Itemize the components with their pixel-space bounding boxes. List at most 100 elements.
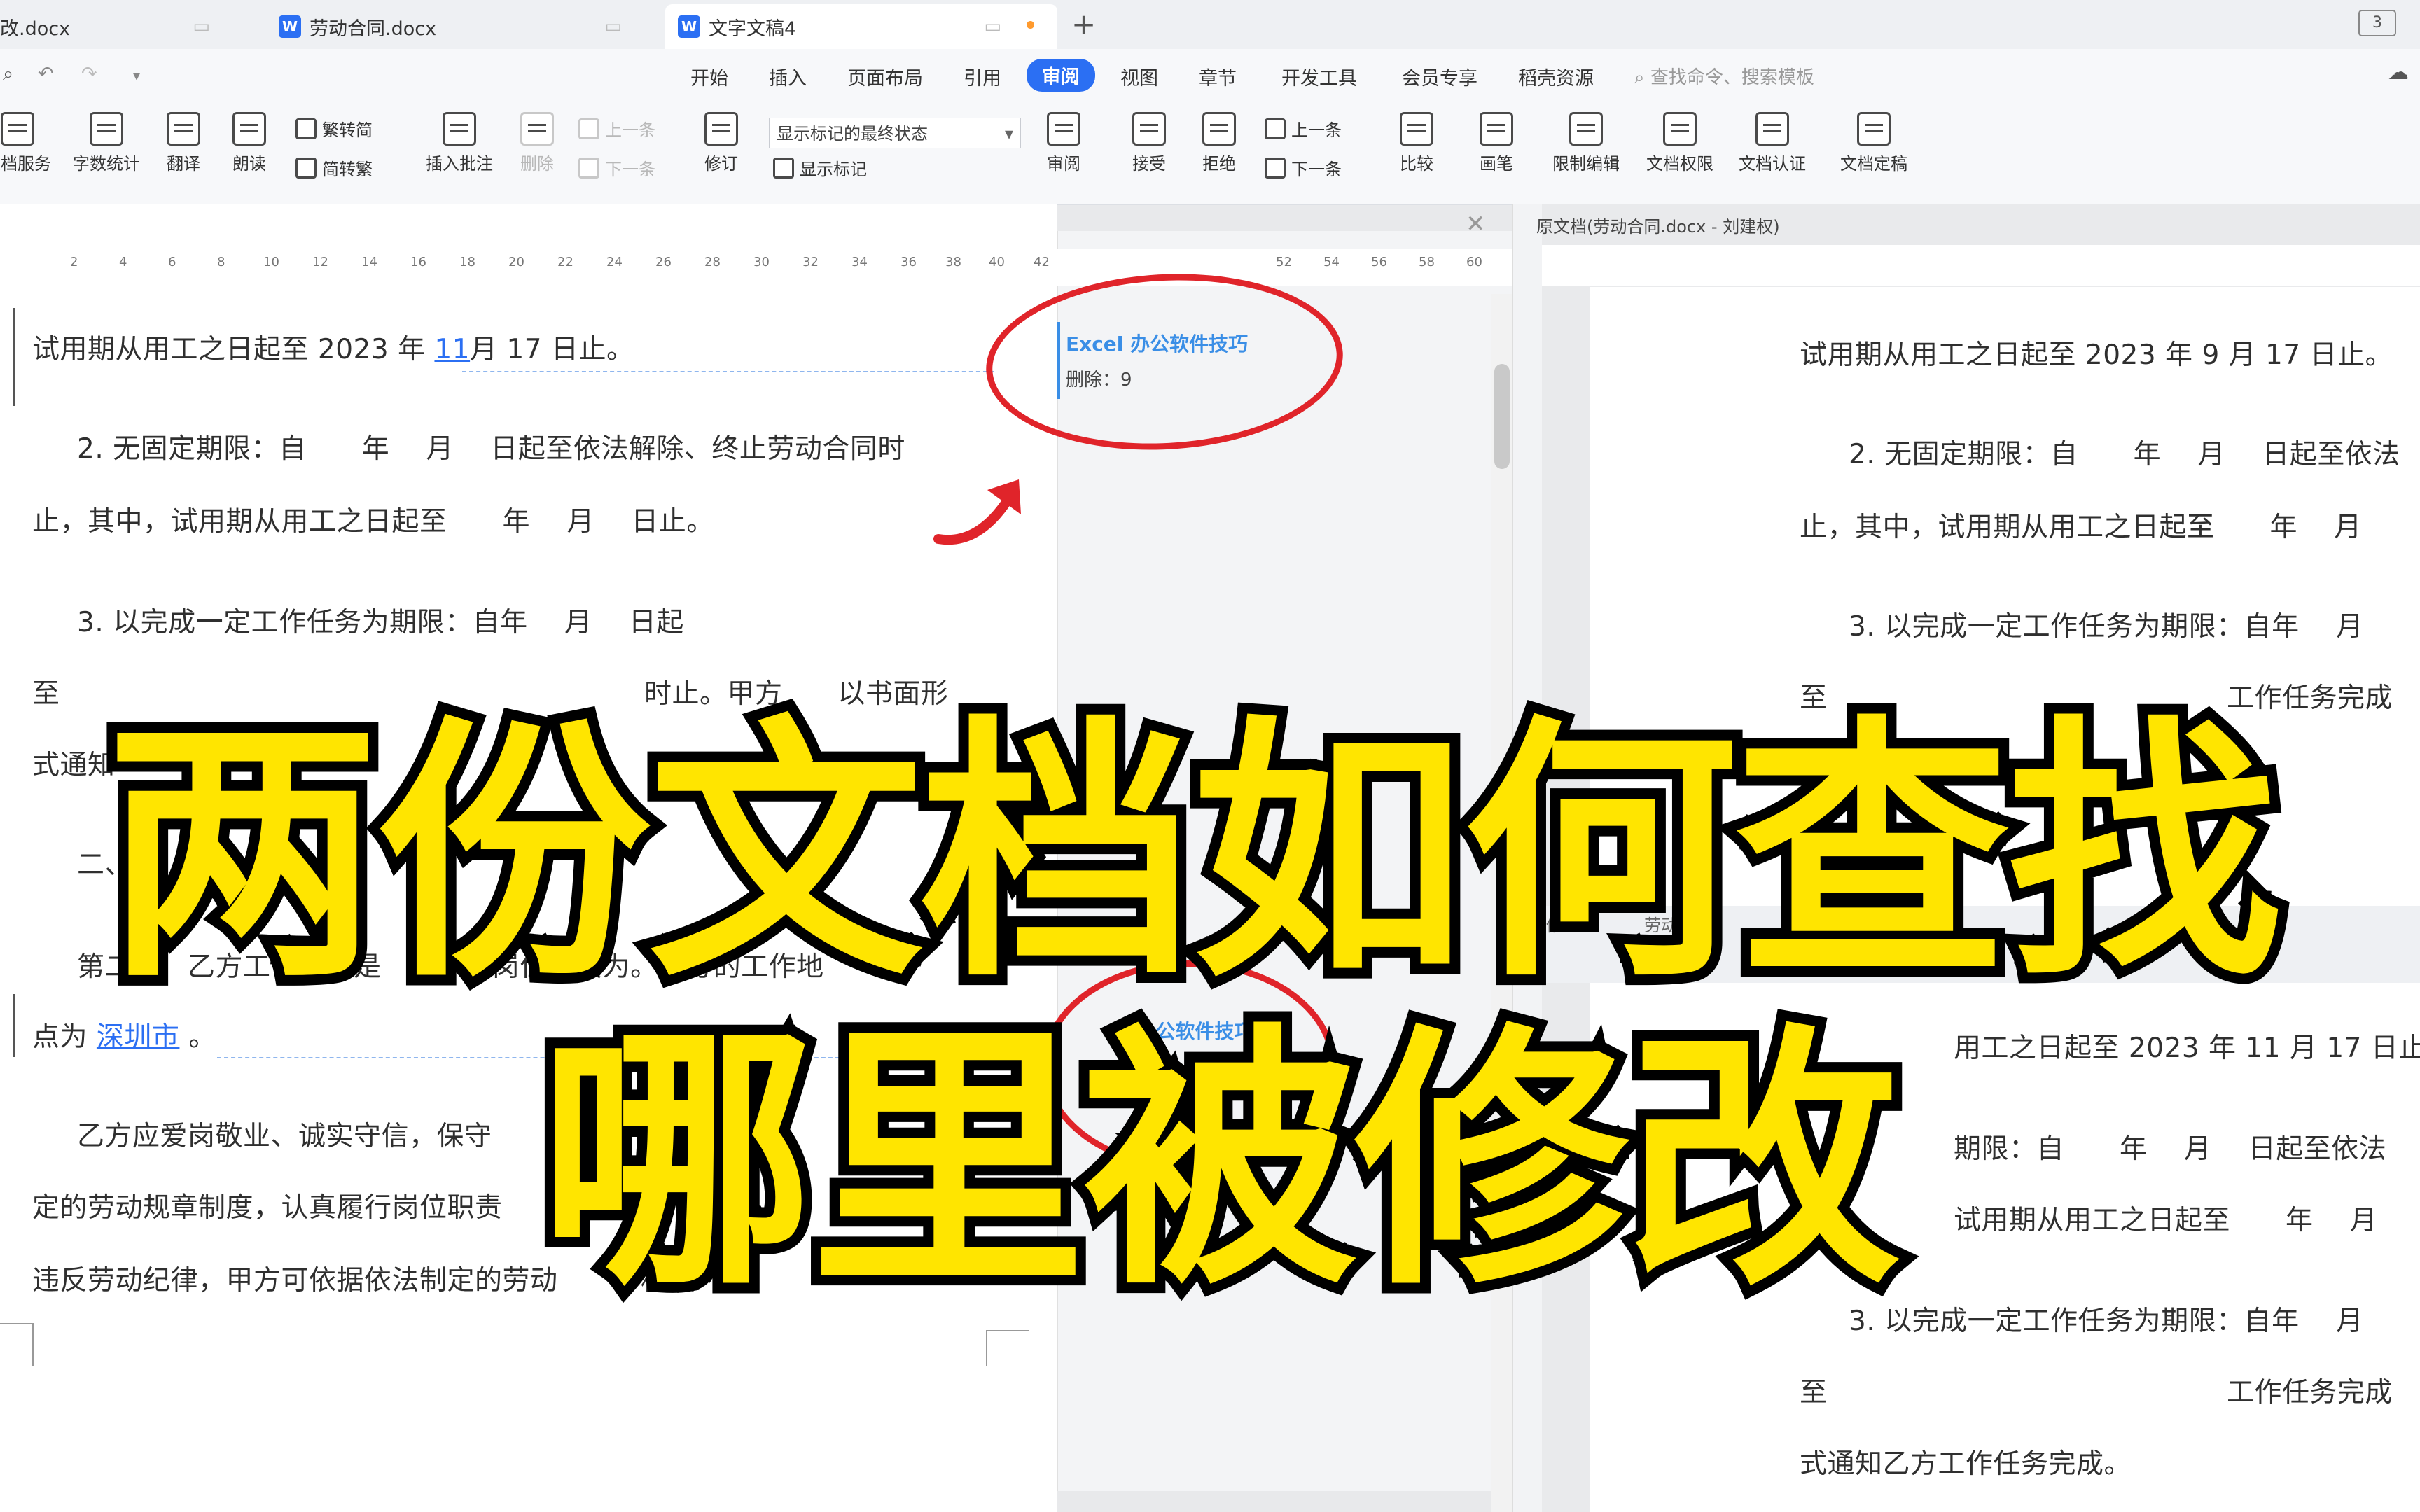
ruler-tick: 52: [1276, 255, 1292, 270]
reject-button[interactable]: 拒绝: [1188, 112, 1251, 174]
insert-comment-label: 插入批注: [426, 154, 493, 174]
doc-line: 定的劳动规章制度，认真履行岗位职责: [32, 1192, 503, 1224]
compare-label: 比较: [1400, 154, 1433, 174]
ruler-tick: 38: [945, 255, 961, 270]
prev-change-button[interactable]: 上一条: [1265, 116, 1342, 141]
prev-comment-button[interactable]: 上一条: [578, 116, 655, 141]
command-search[interactable]: ⌕ 查找命令、搜索模板: [1634, 63, 1814, 89]
doc-finalize-button[interactable]: 文档定稿: [1825, 112, 1923, 174]
scrollbar-thumb[interactable]: [1494, 364, 1510, 469]
accept-label: 接受: [1132, 154, 1166, 174]
menu-page-layout[interactable]: 页面布局: [847, 63, 923, 90]
doc-line: 试用期从用工之日起至 2023 年 11月 17 日止。: [32, 328, 634, 367]
read-aloud-button[interactable]: 朗读: [221, 112, 277, 174]
read-aloud-icon: [232, 112, 266, 146]
menu-chapter[interactable]: 章节: [1199, 63, 1237, 90]
accept-button[interactable]: 接受: [1118, 112, 1181, 174]
search-doc-icon[interactable]: ⌕: [3, 63, 13, 85]
tab-label: 改.docx: [0, 18, 71, 40]
show-markup-button[interactable]: 显示标记: [773, 155, 867, 180]
menu-insert[interactable]: 插入: [769, 63, 807, 90]
menu-review[interactable]: 审阅: [1027, 59, 1095, 92]
prev-change-label: 上一条: [1291, 120, 1342, 140]
quick-access-dropdown-icon[interactable]: ▾: [133, 67, 140, 84]
ribbon-toolbar: 文档服务 字数统计 翻译 朗读 繁转简 简转繁 插入批注 删除 上一条 下一条 …: [0, 104, 2420, 205]
lock-document-icon: [1569, 112, 1603, 146]
ruler-tick: 42: [1034, 255, 1050, 270]
doc-line: 期限：自 年 月 日起至依法: [1954, 1133, 2387, 1165]
doc-line: 式通知: [32, 750, 116, 781]
ruler-tick: 60: [1466, 255, 1482, 270]
cloud-sync-icon[interactable]: ☁: [2388, 60, 2409, 85]
tab-document-2[interactable]: W 劳动合同.docx ▭: [279, 4, 643, 49]
markup-state-select[interactable]: 显示标记的最终状态 ▾: [769, 118, 1021, 148]
comment-connector: [462, 371, 994, 372]
next-comment-button[interactable]: 下一条: [578, 155, 655, 180]
tab-document-1[interactable]: 改.docx ▭: [0, 4, 231, 49]
doc-certify-label: 文档认证: [1739, 154, 1806, 174]
pane-title: 原文档(劳动合同.docx - 刘建权): [1536, 217, 1780, 237]
insert-comment-button[interactable]: 插入批注: [417, 112, 501, 174]
reject-icon: [1202, 112, 1236, 146]
delete-comment-label: 删除: [520, 154, 554, 174]
restrict-edit-button[interactable]: 限制编辑: [1541, 112, 1632, 174]
simp-to-trad-button[interactable]: 简转繁: [295, 155, 373, 180]
tab-monitor-icon[interactable]: ▭: [984, 16, 1001, 37]
ruler-tick: 26: [655, 255, 672, 270]
close-icon[interactable]: ✕: [1466, 210, 1486, 238]
compare-icon: [1400, 112, 1433, 146]
menu-view[interactable]: 视图: [1120, 63, 1158, 90]
overlay-title-line-2: 哪里被修改: [529, 992, 1911, 1332]
new-tab-icon[interactable]: +: [1071, 7, 1096, 41]
ruler-tick: 58: [1419, 255, 1435, 270]
next-change-label: 下一条: [1291, 160, 1342, 179]
ruler-tick: 30: [753, 255, 770, 270]
review-pane-button[interactable]: 审阅: [1032, 112, 1095, 174]
tab-monitor-icon[interactable]: ▭: [604, 16, 622, 37]
undo-icon[interactable]: ↶: [38, 63, 54, 85]
menu-bar: ⌕ ↶ ↷ ▾ 开始 插入 页面布局 引用 审阅 视图 章节 开发工具 会员专享…: [0, 49, 2420, 104]
ruler-tick: 36: [900, 255, 917, 270]
menu-home[interactable]: 开始: [690, 63, 728, 90]
tab-monitor-icon[interactable]: ▭: [193, 16, 210, 37]
pen-button[interactable]: 画笔: [1465, 112, 1528, 174]
delete-comment-button[interactable]: 删除: [506, 112, 569, 174]
doc-line: 止，其中，试用期从用工之日起至 年 月: [1800, 512, 2362, 543]
comment-add-icon: [443, 112, 476, 146]
menu-references[interactable]: 引用: [964, 63, 1001, 90]
doc-permission-label: 文档权限: [1646, 154, 1713, 174]
wps-writer-icon: W: [678, 15, 700, 38]
trad-to-simp-button[interactable]: 繁转简: [295, 116, 373, 141]
chevron-down-icon: ▾: [1004, 124, 1013, 144]
read-aloud-label: 朗读: [232, 154, 266, 174]
menu-member[interactable]: 会员专享: [1402, 63, 1477, 90]
change-bar: [13, 994, 15, 1057]
next-comment-icon: [578, 157, 599, 178]
inserted-text[interactable]: 11: [434, 334, 470, 365]
redo-icon[interactable]: ↷: [81, 63, 97, 85]
doc-certify-button[interactable]: 文档认证: [1727, 112, 1818, 174]
translate-button[interactable]: 翻译: [155, 112, 211, 174]
menu-developer[interactable]: 开发工具: [1281, 63, 1357, 90]
review-pane-icon: [1047, 112, 1080, 146]
doc-service-button[interactable]: 文档服务: [0, 112, 56, 174]
word-count-button[interactable]: 字数统计: [64, 112, 148, 174]
doc-line: 试用期从用工之日起至 2023 年 9 月 17 日止。: [1800, 340, 2393, 371]
ruler-tick: 4: [119, 255, 127, 270]
doc-line: 试用期从用工之日起至 年 月: [1954, 1205, 2378, 1236]
search-icon: ⌕: [1634, 67, 1650, 88]
window-count-badge[interactable]: 3: [2358, 10, 2396, 36]
simp-to-trad-icon: [295, 157, 317, 178]
simp-to-trad-label: 简转繁: [322, 160, 373, 179]
search-placeholder: 查找命令、搜索模板: [1650, 67, 1814, 88]
next-change-button[interactable]: 下一条: [1265, 155, 1342, 180]
compare-button[interactable]: 比较: [1385, 112, 1448, 174]
next-comment-label: 下一条: [605, 160, 655, 179]
track-changes-button[interactable]: 修订: [693, 112, 749, 174]
menu-docer[interactable]: 稻壳资源: [1518, 63, 1594, 90]
tab-label: 文字文稿4: [709, 18, 797, 40]
doc-permission-button[interactable]: 文档权限: [1634, 112, 1725, 174]
tab-document-3[interactable]: W 文字文稿4 ▭: [665, 4, 1057, 49]
ruler-tick: 34: [851, 255, 868, 270]
doc-line: 用工之日起至 2023 年 11 月 17 日止。: [1954, 1032, 2420, 1064]
